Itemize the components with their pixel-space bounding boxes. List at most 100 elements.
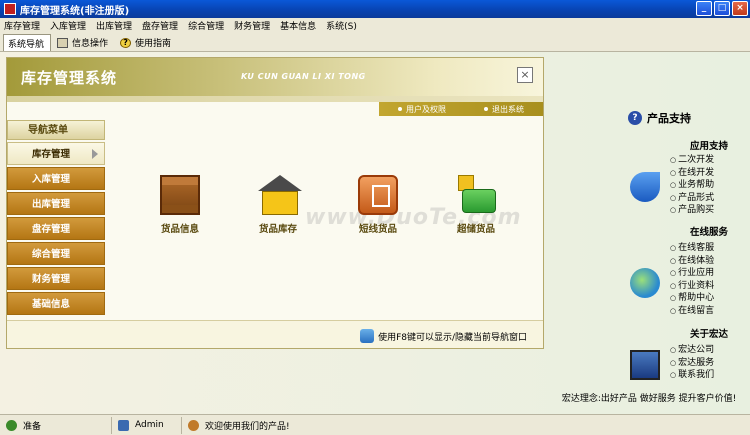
status-welcome-text: 欢迎使用我们的产品! xyxy=(205,421,290,432)
window-controls: _ □ × xyxy=(696,1,748,16)
status-user: Admin xyxy=(112,416,182,434)
menu-system[interactable]: 系统(S) xyxy=(326,19,357,32)
menu-general[interactable]: 综合管理 xyxy=(188,19,224,32)
bullet-icon xyxy=(398,107,402,111)
company-slogan: 宏达理念:出好产品 做好服务 提升客户价值! xyxy=(561,394,737,404)
panel-close-button[interactable]: × xyxy=(517,67,533,83)
arrow-icon xyxy=(630,172,660,202)
status-user-text: Admin xyxy=(135,420,164,430)
nav-item-inventory[interactable]: 库存管理 xyxy=(7,142,105,165)
app-support-title: 应用支持 xyxy=(689,141,728,152)
warehouse-icon xyxy=(258,175,302,215)
main-area: 库存管理系统 KU CUN GUAN LI XI TONG × 用户及权限 退出… xyxy=(0,52,750,414)
link-online-support[interactable]: 在线客服 xyxy=(670,242,714,255)
title-bar: 库存管理系统(非注册版) _ □ × xyxy=(0,0,750,18)
f8-hint: 使用F8键可以显示/隐藏当前导航窗口 xyxy=(360,329,527,343)
nav-item-stock-out[interactable]: 出库管理 xyxy=(7,192,105,215)
link-label: 用户及权限 xyxy=(406,104,446,114)
link-online-trial[interactable]: 在线体验 xyxy=(670,255,714,268)
hint-text: 使用F8键可以显示/隐藏当前导航窗口 xyxy=(378,332,527,343)
window-title: 库存管理系统(非注册版) xyxy=(20,5,130,17)
app-icon xyxy=(4,3,16,15)
menu-bar: 库存管理 入库管理 出库管理 盘存管理 综合管理 财务管理 基本信息 系统(S) xyxy=(0,18,750,33)
link-service[interactable]: 宏达服务 xyxy=(670,357,714,370)
toolbar: 系统导航 信息操作 ? 使用指南 xyxy=(0,33,750,105)
exit-system-link[interactable]: 退出系统 xyxy=(484,104,524,115)
bullet-icon xyxy=(484,107,488,111)
link-product-purchase[interactable]: 产品购买 xyxy=(670,204,714,217)
content-area: www.DuoTe.com 货品信息 货品库存 短线货品 超储货品 xyxy=(105,120,543,316)
menu-basic-info[interactable]: 基本信息 xyxy=(280,19,316,32)
support-panel: ? 产品支持 应用支持 二次开发 在线开发 业务帮助 产品形式 产品购买 在线服… xyxy=(550,52,750,414)
panel-title: 库存管理系统 xyxy=(21,69,118,87)
document-icon xyxy=(358,175,398,215)
panel-header: 库存管理系统 KU CUN GUAN LI XI TONG × xyxy=(7,58,543,96)
tab-label: 系统导航 xyxy=(8,39,45,50)
crate-icon xyxy=(160,175,200,215)
online-service-list: 在线客服 在线体验 行业应用 行业资料 帮助中心 在线留言 xyxy=(670,242,714,317)
help-icon: ? xyxy=(120,37,132,48)
link-help-center[interactable]: 帮助中心 xyxy=(670,292,714,305)
nav-item-general[interactable]: 综合管理 xyxy=(7,242,105,265)
about-title: 关于宏达 xyxy=(689,329,728,340)
tab-label: 信息操作 xyxy=(72,39,109,49)
user-permissions-link[interactable]: 用户及权限 xyxy=(398,104,446,115)
panel-footer: 使用F8键可以显示/隐藏当前导航窗口 xyxy=(7,320,543,348)
menu-stock-in[interactable]: 入库管理 xyxy=(50,19,86,32)
goods-stock-button[interactable]: 货品库存 xyxy=(243,175,313,235)
menu-inventory[interactable]: 库存管理 xyxy=(4,19,40,32)
panel-subtitle: KU CUN GUAN LI XI TONG xyxy=(241,72,366,81)
support-title: ? 产品支持 xyxy=(628,110,691,126)
overstock-goods-button[interactable]: 超储货品 xyxy=(441,175,511,235)
feature-label: 货品库存 xyxy=(258,224,297,235)
feature-label: 短线货品 xyxy=(358,224,397,235)
user-icon xyxy=(118,419,129,431)
navigation-panel: 库存管理系统 KU CUN GUAN LI XI TONG × 用户及权限 退出… xyxy=(6,57,544,349)
status-ready: 准备 xyxy=(0,416,112,434)
minimize-button[interactable]: _ xyxy=(696,1,712,16)
nav-menu: 导航菜单 库存管理 入库管理 出库管理 盘存管理 综合管理 财务管理 基础信息 xyxy=(7,120,105,315)
app-support-list: 二次开发 在线开发 业务帮助 产品形式 产品购买 xyxy=(670,154,714,217)
tab-system-nav[interactable]: 系统导航 xyxy=(0,34,98,105)
link-industry-app[interactable]: 行业应用 xyxy=(670,267,714,280)
tab-info-ops[interactable]: 信息操作 xyxy=(53,34,114,51)
menu-stocktake[interactable]: 盘存管理 xyxy=(142,19,178,32)
status-bar: 准备 Admin 欢迎使用我们的产品! xyxy=(0,414,750,435)
link-secondary-dev[interactable]: 二次开发 xyxy=(670,154,714,167)
link-company[interactable]: 宏达公司 xyxy=(670,344,714,357)
link-product-form[interactable]: 产品形式 xyxy=(670,192,714,205)
sofa-icon xyxy=(456,175,496,215)
nav-item-stock-in[interactable]: 入库管理 xyxy=(7,167,105,190)
link-online-dev[interactable]: 在线开发 xyxy=(670,167,714,180)
nav-item-stocktake[interactable]: 盘存管理 xyxy=(7,217,105,240)
support-title-text: 产品支持 xyxy=(647,112,691,125)
tab-user-guide[interactable]: ? 使用指南 xyxy=(116,34,177,51)
people-icon xyxy=(188,419,199,431)
nav-menu-header: 导航菜单 xyxy=(7,120,105,140)
online-service-title: 在线服务 xyxy=(689,227,728,238)
link-business-help[interactable]: 业务帮助 xyxy=(670,179,714,192)
close-button[interactable]: × xyxy=(732,1,748,16)
maximize-button[interactable]: □ xyxy=(714,1,730,16)
ready-icon xyxy=(6,419,17,431)
link-label: 退出系统 xyxy=(492,104,524,114)
feature-label: 货品信息 xyxy=(160,224,199,235)
globe-icon xyxy=(630,268,660,298)
status-ready-text: 准备 xyxy=(23,421,42,432)
link-online-message[interactable]: 在线留言 xyxy=(670,305,714,318)
panel-links: 用户及权限 退出系统 xyxy=(379,102,543,116)
computer-icon xyxy=(630,350,660,380)
nav-item-finance[interactable]: 财务管理 xyxy=(7,267,105,290)
document-icon xyxy=(57,37,69,48)
short-goods-button[interactable]: 短线货品 xyxy=(343,175,413,235)
tab-label: 使用指南 xyxy=(135,39,172,49)
menu-finance[interactable]: 财务管理 xyxy=(234,19,270,32)
link-contact[interactable]: 联系我们 xyxy=(670,369,714,382)
about-list: 宏达公司 宏达服务 联系我们 xyxy=(670,344,714,382)
question-icon: ? xyxy=(628,111,642,125)
link-industry-data[interactable]: 行业资料 xyxy=(670,280,714,293)
keyboard-icon xyxy=(360,329,375,343)
goods-info-button[interactable]: 货品信息 xyxy=(145,175,215,235)
menu-stock-out[interactable]: 出库管理 xyxy=(96,19,132,32)
nav-item-basic-info[interactable]: 基础信息 xyxy=(7,292,105,315)
